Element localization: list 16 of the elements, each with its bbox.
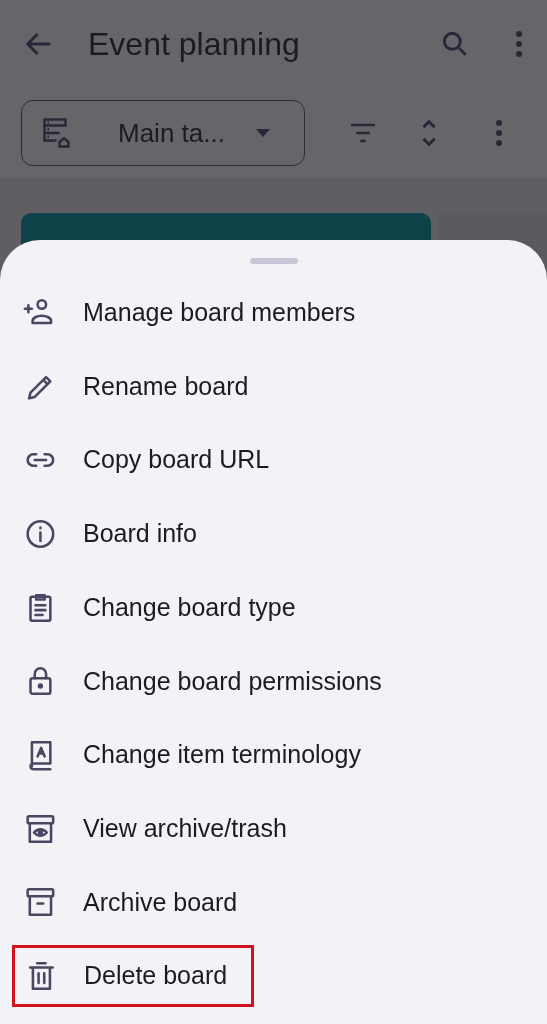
menu-item[interactable]: Archive board — [20, 871, 238, 934]
menu-item[interactable]: Change board type — [20, 576, 296, 639]
dropdown-caret-icon — [254, 128, 271, 138]
menu-item[interactable]: Change item terminology — [20, 723, 361, 786]
menu-item[interactable]: View archive/trash — [20, 797, 287, 860]
menu-item[interactable]: Board info — [20, 502, 197, 565]
screen-title: Event planning — [88, 25, 300, 64]
menu-item[interactable]: Change board permissions — [20, 650, 382, 713]
menu-item[interactable]: Delete board — [12, 945, 255, 1008]
drag-handle[interactable] — [249, 258, 298, 264]
more-options-icon[interactable] — [513, 29, 525, 59]
menu-item[interactable]: Rename board — [20, 355, 249, 418]
more-options-icon[interactable] — [493, 118, 505, 148]
menu-item[interactable]: Copy board URL — [20, 429, 270, 492]
menu-item[interactable]: Manage board members — [20, 281, 356, 344]
view-name: Main ta... — [118, 116, 225, 150]
